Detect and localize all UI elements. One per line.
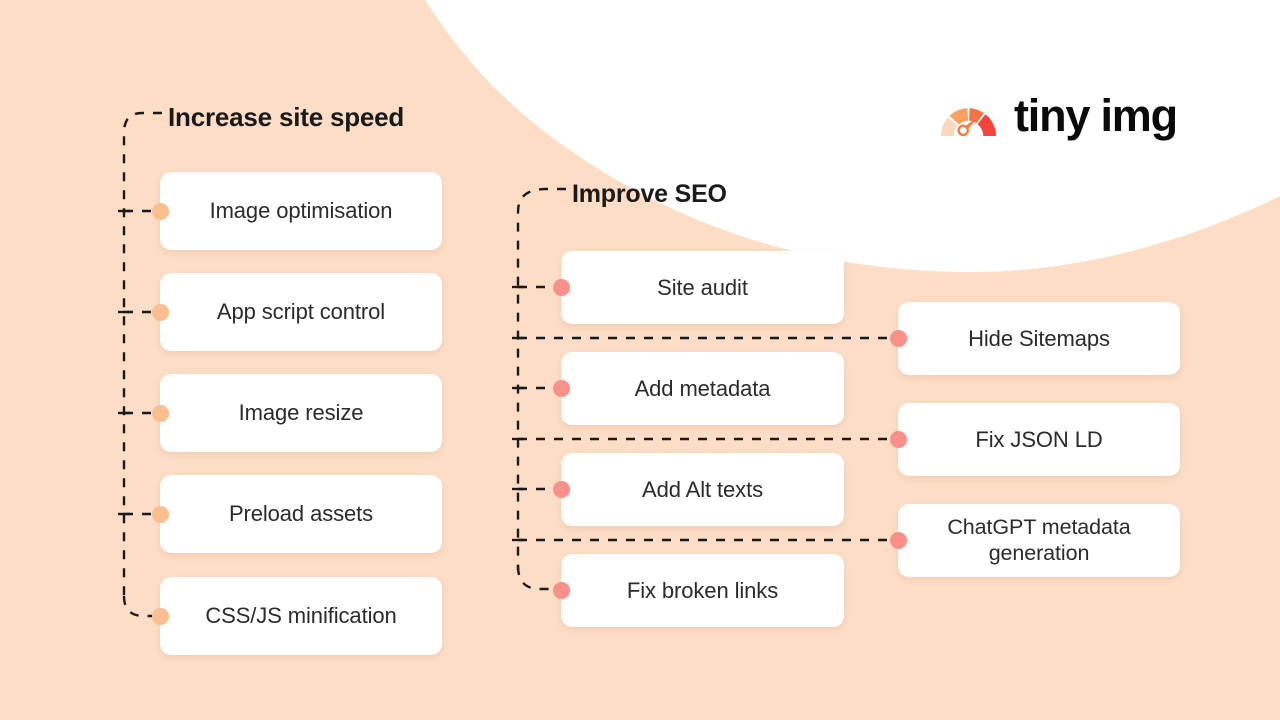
card-bullet-dot — [152, 203, 169, 220]
card-bullet-dot — [890, 532, 907, 549]
card-label: Image resize — [238, 400, 364, 426]
diagram-canvas: Increase site speed Image optimisation A… — [0, 0, 1280, 720]
card-bullet-dot — [553, 380, 570, 397]
card-label: Add Alt texts — [642, 476, 763, 502]
card-image-optimisation[interactable]: Image optimisation — [160, 172, 442, 250]
card-bullet-dot — [890, 330, 907, 347]
card-label: Hide Sitemaps — [968, 325, 1110, 351]
card-bullet-dot — [152, 304, 169, 321]
card-label: Preload assets — [228, 501, 374, 527]
card-site-audit[interactable]: Site audit — [561, 251, 844, 324]
branch-heading-improve-seo: Improve SEO — [572, 180, 727, 208]
card-hide-sitemaps[interactable]: Hide Sitemaps — [898, 302, 1180, 375]
card-add-alt-texts[interactable]: Add Alt texts — [561, 453, 844, 526]
card-css-js-minification[interactable]: CSS/JS minification — [160, 577, 442, 655]
card-label: Site audit — [657, 274, 748, 300]
card-add-metadata[interactable]: Add metadata — [561, 352, 844, 425]
card-label: Fix JSON LD — [975, 426, 1103, 452]
card-preload-assets[interactable]: Preload assets — [160, 475, 442, 553]
card-label: Add metadata — [634, 375, 771, 401]
card-label: ChatGPT metadata generation — [933, 515, 1144, 567]
card-label: App script control — [216, 299, 386, 325]
card-bullet-dot — [152, 608, 169, 625]
card-label: Image optimisation — [209, 198, 393, 224]
card-bullet-dot — [890, 431, 907, 448]
card-label: CSS/JS minification — [205, 603, 397, 629]
card-app-script-control[interactable]: App script control — [160, 273, 442, 351]
speedometer-gauge-icon — [940, 108, 996, 137]
card-label-line-2: generation — [988, 540, 1090, 565]
card-bullet-dot — [152, 405, 169, 422]
card-image-resize[interactable]: Image resize — [160, 374, 442, 452]
card-fix-broken-links[interactable]: Fix broken links — [561, 554, 844, 627]
card-chatgpt-metadata-generation[interactable]: ChatGPT metadata generation — [898, 504, 1180, 577]
card-bullet-dot — [553, 481, 570, 498]
card-fix-json-ld[interactable]: Fix JSON LD — [898, 403, 1180, 476]
card-bullet-dot — [553, 582, 570, 599]
card-label: Fix broken links — [626, 577, 779, 603]
branch-heading-increase-site-speed: Increase site speed — [168, 102, 405, 132]
card-bullet-dot — [152, 506, 169, 523]
brand-logo: tiny img — [938, 89, 1178, 141]
brand-wordmark: tiny img — [1014, 89, 1178, 141]
card-bullet-dot — [553, 279, 570, 296]
card-label-line-1: ChatGPT metadata — [947, 514, 1131, 539]
